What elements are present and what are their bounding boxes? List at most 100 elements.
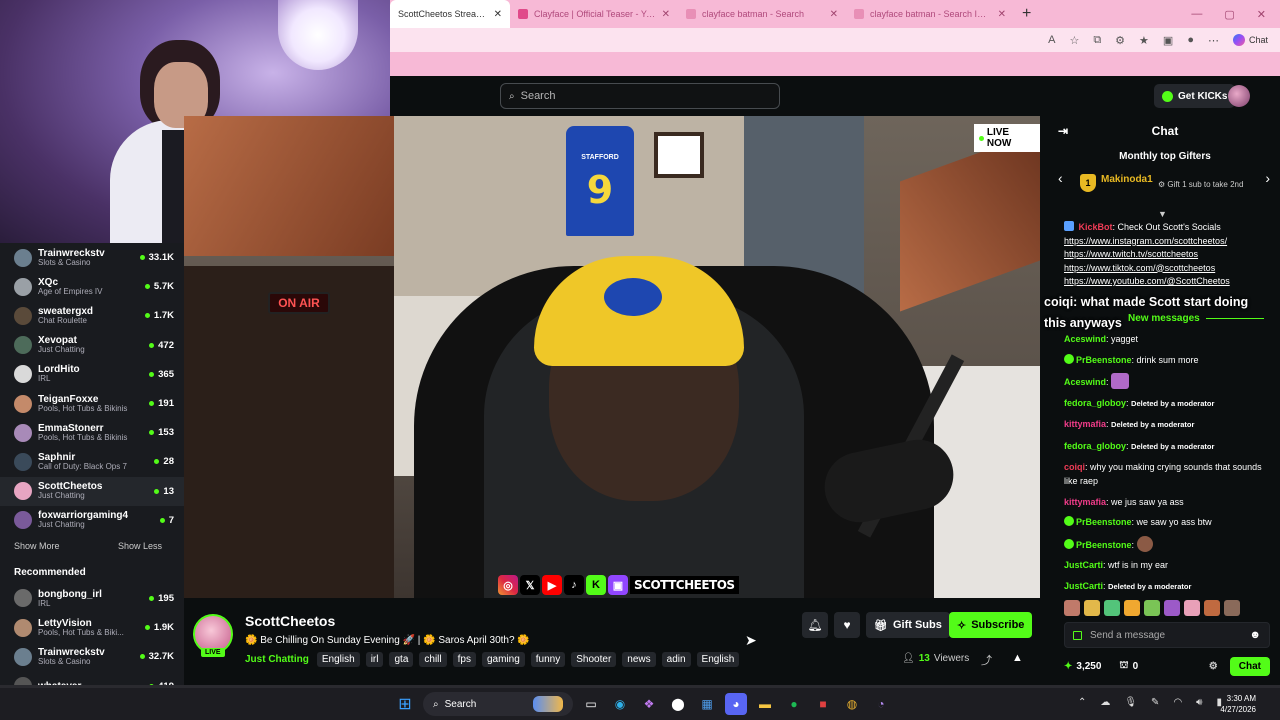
- emote-icon[interactable]: [1224, 600, 1240, 616]
- sidebar-channel-lettyvision[interactable]: LettyVision Pools, Hot Tubs & Biki... 1.9K: [0, 613, 184, 642]
- task-view-icon[interactable]: ▭: [580, 693, 602, 715]
- redeem-icon[interactable]: ⛫: [1119, 660, 1128, 673]
- sidebar-channel-saphnir[interactable]: Saphnir Call of Duty: Black Ops 7 28: [0, 447, 184, 476]
- report-icon[interactable]: ▲: [1012, 652, 1023, 664]
- subscribe-button[interactable]: ✧ Subscribe: [949, 612, 1033, 638]
- pinned-link[interactable]: https://www.youtube.com/@ScottCheetos: [1064, 275, 1270, 289]
- emote-icon[interactable]: [1124, 600, 1140, 616]
- chat-username[interactable]: Aceswind: [1064, 377, 1106, 387]
- send-chat-button[interactable]: Chat: [1229, 656, 1270, 676]
- pinned-link[interactable]: https://www.twitch.tv/scottcheetos: [1064, 248, 1270, 262]
- tag-adin[interactable]: adin: [661, 652, 691, 667]
- pinned-link[interactable]: https://www.tiktok.com/@scottcheetos: [1064, 262, 1270, 276]
- split-screen-icon[interactable]: ⧉: [1093, 34, 1101, 47]
- get-kicks-button[interactable]: Get KICKs: [1154, 84, 1236, 108]
- notification-bell-button[interactable]: 🔔︎: [802, 612, 828, 638]
- sidebar-channel-foxwarriorgaming4[interactable]: foxwarriorgaming4 Just Chatting 7: [0, 506, 184, 535]
- microphone-icon[interactable]: 🎙︎: [1124, 697, 1137, 708]
- show-more-button[interactable]: Show More: [14, 541, 60, 551]
- spotify-icon[interactable]: ●: [783, 693, 805, 715]
- chat-input-box[interactable]: ☻: [1064, 622, 1270, 648]
- sidebar-channel-xevopat[interactable]: Xevopat Just Chatting 472: [0, 331, 184, 360]
- kick-points[interactable]: 3,250: [1076, 661, 1101, 672]
- emote-icon[interactable]: [1184, 600, 1200, 616]
- chat-mode-icon[interactable]: [1073, 630, 1082, 640]
- close-icon[interactable]: ✕: [998, 9, 1006, 20]
- tab-scottcheetos[interactable]: ScottCheetos Stream - Watch ✕: [390, 0, 510, 28]
- new-tab-button[interactable]: +: [1014, 5, 1039, 23]
- chat-username[interactable]: Aceswind: [1064, 334, 1106, 344]
- chat-settings-icon[interactable]: ⚙: [1209, 661, 1218, 672]
- channel-name[interactable]: ScottCheetos: [245, 613, 335, 629]
- emote-icon[interactable]: [1204, 600, 1220, 616]
- sidebar-channel-lordhito[interactable]: LordHito IRL 365: [0, 360, 184, 389]
- chevron-right-icon[interactable]: ›: [1265, 170, 1270, 186]
- category-link[interactable]: Just Chatting: [245, 654, 309, 665]
- video-player[interactable]: ON AIR STAFFORD 9 LIVE NOW ◎ 𝕏 ▶ ♪ K ▣ S…: [184, 116, 1040, 598]
- taskbar-search[interactable]: ⌕ Search: [423, 692, 573, 716]
- tab-clayface-search[interactable]: clayface batman - Search ✕: [678, 0, 846, 28]
- pin-app-icon[interactable]: ⬤: [667, 693, 689, 715]
- close-window-icon[interactable]: ✕: [1257, 8, 1266, 21]
- cloud-icon[interactable]: ☁: [1100, 697, 1110, 708]
- tag-shooter[interactable]: Shooter: [571, 652, 617, 667]
- tag-funny[interactable]: funny: [530, 652, 566, 667]
- follow-button[interactable]: ♥: [834, 612, 860, 638]
- sidebar-channel-emmastonerr[interactable]: EmmaStonerr Pools, Hot Tubs & Bikinis 153: [0, 418, 184, 447]
- profile-icon[interactable]: ●: [1187, 34, 1194, 46]
- sidebar-channel-scottcheetos[interactable]: ScottCheetos Just Chatting 13: [0, 476, 184, 506]
- volume-icon[interactable]: 🔊︎: [1196, 697, 1202, 708]
- sidebar-channel-xqc[interactable]: XQc Age of Empires IV 5.7K: [0, 272, 184, 301]
- emote-icon[interactable]: [1084, 600, 1100, 616]
- clock[interactable]: 3:30 AM 4/27/2026: [1220, 693, 1256, 715]
- chat-username[interactable]: PrBeenstone: [1076, 517, 1132, 527]
- chat-username[interactable]: JustCarti: [1064, 581, 1103, 591]
- copilot-button[interactable]: Chat: [1232, 34, 1268, 46]
- chevron-up-icon[interactable]: ⌃: [1078, 697, 1086, 708]
- tag-gaming[interactable]: gaming: [481, 652, 525, 667]
- sidebar-channel-trainwreckstv[interactable]: Trainwreckstv Slots & Casino 33.1K: [0, 243, 184, 272]
- tag-chill[interactable]: chill: [419, 652, 447, 667]
- chat-username[interactable]: fedora_globoy: [1064, 441, 1126, 451]
- edge-browser-icon[interactable]: ◉: [609, 693, 631, 715]
- gifter-cta[interactable]: ⚙ Gift 1 sub to take 2nd: [1158, 180, 1243, 189]
- emote-icon[interactable]: [1164, 600, 1180, 616]
- tab-clayface-images[interactable]: clayface batman - Search Images ✕: [846, 0, 1014, 28]
- tab-clayface-youtube[interactable]: Clayface | Official Teaser - YouTube ✕: [510, 0, 678, 28]
- tag-irl[interactable]: irl: [365, 652, 384, 667]
- close-icon[interactable]: ✕: [662, 9, 670, 20]
- emote-icon[interactable]: [1064, 600, 1080, 616]
- chat-username[interactable]: kittymafia: [1064, 419, 1106, 429]
- gifter-name[interactable]: Makinoda1: [1101, 174, 1153, 185]
- tag-fps[interactable]: fps: [452, 652, 476, 667]
- messenger-icon[interactable]: ◔: [870, 693, 892, 715]
- windows-start-icon[interactable]: ⊞: [394, 693, 416, 715]
- emote-icon[interactable]: [1144, 600, 1160, 616]
- chat-username[interactable]: fedora_globoy: [1064, 398, 1126, 408]
- store-icon[interactable]: ▦: [696, 693, 718, 715]
- favorite-star-icon[interactable]: ☆: [1069, 34, 1079, 47]
- sidebar-channel-trainwreckstv[interactable]: Trainwreckstv Slots & Casino 32.7K: [0, 642, 184, 671]
- search-input[interactable]: [520, 90, 761, 102]
- tag-gta[interactable]: gta: [389, 652, 414, 667]
- wifi-icon[interactable]: ◠: [1173, 697, 1182, 708]
- discord-icon[interactable]: ◕: [725, 693, 747, 715]
- gift-subs-button[interactable]: 🎁︎ Gift Subs: [866, 612, 950, 638]
- chat-username[interactable]: PrBeenstone: [1076, 355, 1132, 365]
- tag-english[interactable]: English: [316, 652, 360, 667]
- sidebar-channel-teiganfoxxe[interactable]: TeiganFoxxe Pools, Hot Tubs & Bikinis 191: [0, 389, 184, 418]
- favorites-icon[interactable]: ★: [1139, 34, 1149, 47]
- pin-icon[interactable]: ▼: [1158, 209, 1167, 219]
- maximize-icon[interactable]: ▢: [1224, 8, 1234, 21]
- collapse-chat-icon[interactable]: ⇥: [1058, 124, 1068, 138]
- sidebar-channel-whatever[interactable]: whatever419: [0, 671, 184, 685]
- kick-points-icon[interactable]: ✦: [1064, 661, 1072, 672]
- tag-news[interactable]: news: [622, 652, 656, 667]
- chat-username[interactable]: kittymafia: [1064, 497, 1106, 507]
- chat-username[interactable]: PrBeenstone: [1076, 540, 1132, 550]
- tag-english[interactable]: English: [696, 652, 740, 667]
- emoji-icon[interactable]: ☻: [1249, 629, 1261, 641]
- media-app-icon[interactable]: ■: [812, 693, 834, 715]
- chrome-icon[interactable]: ◍: [841, 693, 863, 715]
- search-box[interactable]: ⌕: [500, 83, 780, 109]
